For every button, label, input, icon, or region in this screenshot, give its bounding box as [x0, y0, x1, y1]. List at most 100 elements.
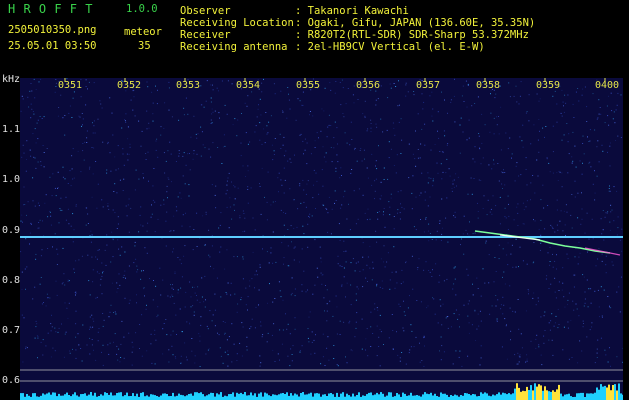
noise-pixel	[614, 122, 616, 124]
noise-pixel	[240, 155, 242, 157]
noise-pixel	[295, 119, 297, 121]
noise-pixel	[517, 203, 519, 205]
signal-level-bar	[532, 390, 534, 400]
noise-pixel	[592, 238, 594, 240]
noise-pixel	[163, 199, 165, 201]
signal-level-bar	[304, 394, 306, 400]
noise-pixel	[371, 153, 373, 155]
noise-pixel	[429, 95, 431, 97]
y-axis-unit: kHz	[2, 74, 21, 85]
noise-pixel	[490, 208, 492, 210]
noise-pixel	[511, 244, 513, 246]
noise-pixel	[447, 327, 449, 329]
noise-pixel	[347, 88, 349, 89]
noise-pixel	[229, 206, 231, 208]
noise-pixel	[544, 228, 546, 230]
signal-level-bar	[588, 393, 590, 400]
noise-pixel	[415, 196, 417, 198]
noise-pixel	[86, 344, 88, 346]
noise-pixel	[281, 242, 283, 244]
noise-pixel	[168, 361, 170, 363]
noise-pixel	[578, 315, 580, 317]
noise-pixel	[454, 211, 456, 213]
noise-pixel	[313, 169, 315, 171]
noise-pixel	[376, 285, 378, 287]
noise-pixel	[225, 193, 227, 195]
noise-pixel	[112, 209, 114, 211]
noise-pixel	[324, 87, 326, 89]
noise-pixel	[196, 295, 197, 296]
noise-pixel	[344, 132, 346, 134]
noise-pixel	[499, 223, 501, 225]
noise-pixel	[617, 135, 619, 137]
noise-pixel	[278, 281, 280, 283]
noise-pixel	[421, 360, 423, 361]
noise-pixel	[269, 283, 270, 285]
noise-pixel	[250, 187, 252, 189]
noise-pixel	[423, 101, 425, 103]
noise-pixel	[75, 357, 77, 359]
noise-pixel	[491, 305, 493, 307]
noise-pixel	[162, 279, 164, 281]
noise-pixel	[535, 347, 537, 349]
noise-pixel	[538, 151, 540, 153]
noise-pixel	[583, 323, 584, 324]
signal-level-bar	[102, 395, 104, 400]
noise-pixel	[446, 158, 448, 160]
noise-pixel	[463, 304, 465, 306]
noise-pixel	[64, 134, 66, 136]
noise-pixel	[532, 297, 534, 299]
noise-pixel	[520, 333, 522, 335]
noise-pixel	[51, 326, 53, 328]
info-value-antenna: : 2el-HB9CV Vertical (el. E-W)	[295, 41, 485, 53]
signal-level-bar	[358, 392, 360, 400]
noise-pixel	[554, 322, 556, 324]
noise-pixel	[180, 197, 182, 199]
y-axis: kHz 1.1 1.0 0.9 0.8 0.7 0.6	[0, 72, 20, 400]
noise-pixel	[561, 186, 563, 188]
noise-pixel	[336, 333, 338, 335]
noise-pixel	[314, 147, 316, 148]
noise-pixel	[265, 112, 267, 113]
noise-pixel	[327, 336, 329, 338]
noise-pixel	[124, 119, 125, 121]
noise-pixel	[257, 108, 259, 110]
signal-level-bar	[552, 390, 554, 400]
noise-pixel	[407, 307, 409, 309]
noise-pixel	[607, 211, 609, 213]
noise-pixel	[61, 323, 62, 325]
noise-pixel	[310, 353, 312, 355]
noise-pixel	[87, 223, 89, 224]
noise-pixel	[578, 241, 580, 243]
noise-pixel	[467, 303, 469, 305]
noise-pixel	[364, 100, 366, 102]
signal-level-bar	[250, 392, 252, 400]
noise-pixel	[403, 330, 405, 332]
noise-pixel	[227, 177, 229, 179]
noise-pixel	[75, 205, 77, 207]
noise-pixel	[114, 311, 116, 313]
noise-pixel	[461, 238, 462, 240]
noise-pixel	[554, 291, 556, 293]
noise-pixel	[36, 122, 38, 124]
noise-pixel	[452, 183, 454, 185]
noise-pixel	[322, 356, 324, 358]
noise-pixel	[555, 315, 557, 317]
signal-level-bar	[490, 396, 492, 400]
noise-pixel	[242, 165, 244, 167]
signal-level-bar	[212, 393, 214, 400]
noise-pixel	[355, 327, 357, 329]
noise-pixel	[594, 199, 596, 201]
noise-pixel	[299, 185, 301, 187]
noise-pixel	[233, 185, 235, 186]
noise-pixel	[107, 143, 109, 145]
noise-pixel	[291, 360, 293, 362]
noise-pixel	[478, 135, 480, 137]
noise-pixel	[91, 339, 93, 340]
noise-pixel	[481, 142, 483, 144]
noise-pixel	[434, 144, 436, 145]
noise-pixel	[172, 284, 173, 286]
noise-pixel	[127, 204, 129, 206]
noise-pixel	[443, 351, 445, 353]
noise-pixel	[536, 93, 538, 95]
